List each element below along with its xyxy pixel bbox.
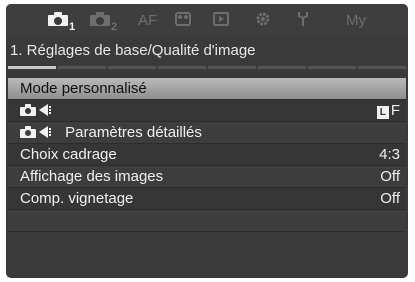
image-quality-icon — [39, 104, 55, 116]
tab-shooting-2[interactable]: 2 — [90, 10, 117, 33]
menu-item-detailed-settings[interactable]: Paramètres détaillés — [8, 122, 406, 144]
camera-icon — [48, 12, 68, 26]
camera-icon — [90, 12, 110, 26]
menu-item-image-display[interactable]: Affichage des images Off — [8, 166, 406, 188]
progress-segment — [8, 66, 56, 69]
tab-custom[interactable] — [254, 10, 272, 32]
image-quality-value: LF — [376, 100, 400, 122]
wrench-icon — [298, 12, 308, 26]
menu-item-image-quality[interactable]: LF — [8, 100, 406, 122]
page-progress-bar — [8, 66, 406, 69]
progress-segment — [158, 66, 206, 69]
progress-segment — [208, 66, 256, 69]
tab-af[interactable]: AF — [138, 10, 157, 32]
progress-segment — [308, 66, 356, 69]
video-icon — [175, 12, 191, 26]
tab-video[interactable] — [174, 10, 192, 32]
camera-menu-screen: 1 2 AF My 1. Réglages de base/Qualité d'… — [6, 4, 408, 278]
menu-item-vignetting[interactable]: Comp. vignetage Off — [8, 188, 406, 210]
image-quality-icon — [39, 126, 55, 138]
tab-my-menu[interactable]: My — [346, 10, 366, 32]
progress-segment — [258, 66, 306, 69]
tab-playback[interactable] — [212, 10, 230, 32]
menu-item-aspect-ratio[interactable]: Choix cadrage 4:3 — [8, 144, 406, 166]
camera-icon — [20, 104, 36, 116]
camera-icon — [20, 126, 36, 138]
progress-segment — [358, 66, 406, 69]
menu-empty-row — [8, 210, 406, 232]
page-title: 1. Réglages de base/Qualité d'image — [10, 42, 256, 59]
playback-icon — [213, 12, 229, 26]
gear-icon — [256, 12, 270, 26]
tab-setup[interactable] — [296, 10, 310, 32]
menu-item-custom-mode[interactable]: Mode personnalisé — [8, 78, 406, 100]
progress-segment — [108, 66, 156, 69]
tab-shooting-1[interactable]: 1 — [48, 10, 75, 33]
progress-segment — [58, 66, 106, 69]
menu-tab-bar: 1 2 AF My — [6, 4, 408, 38]
